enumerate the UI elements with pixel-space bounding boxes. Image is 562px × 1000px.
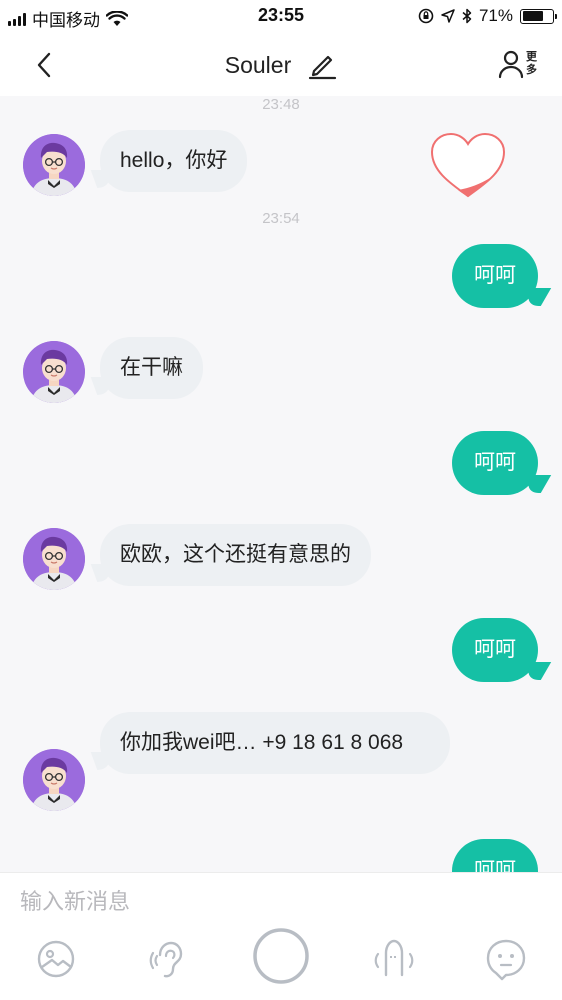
microphone-button[interactable] bbox=[370, 935, 418, 983]
timestamp: 23:48 bbox=[262, 96, 300, 113]
ear-icon bbox=[149, 941, 183, 978]
status-bar: 中国移动 23:55 71% bbox=[0, 0, 562, 30]
composer bbox=[0, 872, 562, 1000]
avatar[interactable] bbox=[23, 749, 85, 811]
battery-percent: 71% bbox=[478, 6, 513, 25]
emoji-icon bbox=[486, 939, 526, 981]
avatar-illustration bbox=[23, 528, 85, 590]
record-button[interactable] bbox=[252, 927, 310, 985]
status-right: 71% bbox=[418, 6, 557, 26]
message-bubble-incoming[interactable]: 欧欧，这个还挺有意思的 bbox=[100, 524, 371, 586]
bluetooth-icon bbox=[462, 8, 472, 24]
avatar-illustration bbox=[23, 341, 85, 403]
edit-name-button[interactable] bbox=[307, 50, 337, 80]
image-icon bbox=[37, 940, 75, 978]
composer-toolbar bbox=[0, 928, 562, 999]
message-bubble-incoming[interactable]: 你加我wei吧… +9 18 61 8 068 bbox=[100, 712, 450, 774]
orientation-lock-icon bbox=[418, 8, 434, 24]
message-bubble-outgoing[interactable]: 呵呵 bbox=[452, 244, 538, 308]
avatar[interactable] bbox=[23, 341, 85, 403]
message-bubble-outgoing[interactable]: 呵呵 bbox=[452, 839, 538, 872]
avatar[interactable] bbox=[23, 528, 85, 590]
message-bubble-outgoing[interactable]: 呵呵 bbox=[452, 431, 538, 495]
microphone-icon bbox=[374, 939, 414, 977]
nav-title-wrap: Souler bbox=[0, 50, 562, 80]
avatar[interactable] bbox=[23, 134, 85, 196]
battery-fill bbox=[522, 11, 544, 21]
message-input[interactable] bbox=[20, 883, 540, 921]
chat-area[interactable]: 23:48 hello，你好 23:54 呵呵 在干嘛 呵呵 欧欧，这个还挺有意… bbox=[0, 96, 562, 872]
avatar-illustration bbox=[23, 749, 85, 811]
image-button[interactable] bbox=[32, 935, 80, 983]
more-label: 更多 bbox=[526, 51, 537, 76]
ear-button[interactable] bbox=[144, 935, 192, 983]
heart-icon[interactable] bbox=[428, 132, 508, 202]
message-bubble-incoming[interactable]: 在干嘛 bbox=[100, 337, 203, 399]
message-bubble-incoming[interactable]: hello，你好 bbox=[100, 130, 248, 192]
location-icon bbox=[441, 9, 455, 23]
battery-icon bbox=[520, 8, 557, 24]
user-icon bbox=[498, 50, 524, 79]
avatar-illustration bbox=[23, 134, 85, 196]
timestamp: 23:54 bbox=[262, 210, 300, 227]
pencil-icon bbox=[309, 55, 337, 80]
record-icon bbox=[253, 928, 309, 984]
emoji-button[interactable] bbox=[482, 935, 530, 983]
more-button[interactable]: 更多 bbox=[498, 46, 542, 82]
nav-bar: Souler 更多 bbox=[0, 30, 562, 96]
chat-title: Souler bbox=[224, 51, 292, 78]
message-bubble-outgoing[interactable]: 呵呵 bbox=[452, 618, 538, 682]
